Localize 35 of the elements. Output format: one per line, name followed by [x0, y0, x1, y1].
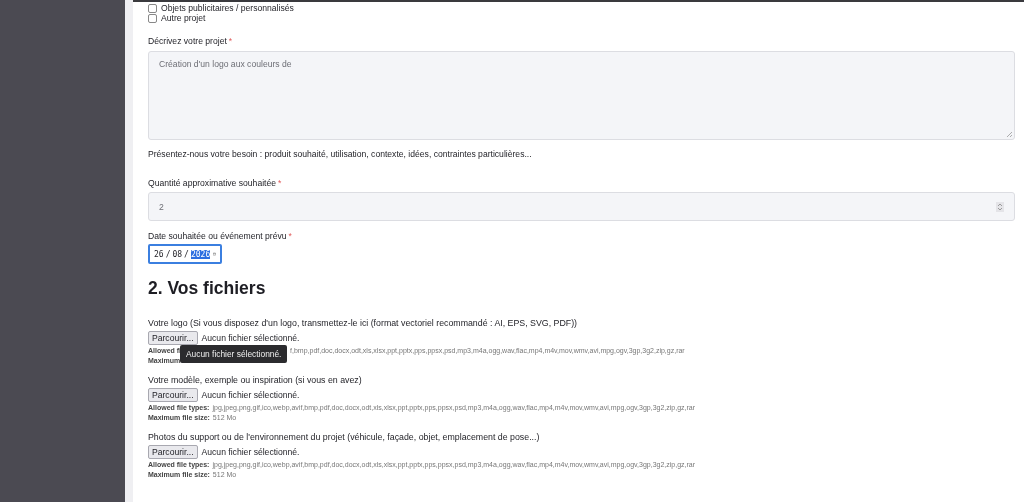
browse-button[interactable]: Parcourir...: [148, 388, 198, 402]
file-status: Aucun fichier sélectionné.: [201, 333, 300, 343]
calendar-icon[interactable]: [213, 250, 216, 258]
date-separator: /: [165, 249, 171, 259]
checkbox-label: Objets publicitaires / personnalisés: [161, 3, 294, 13]
date-field[interactable]: 26 / 08 / 2026: [148, 244, 222, 264]
file-status: Aucun fichier sélectionné.: [201, 447, 300, 457]
checkbox-label: Autre projet: [161, 13, 206, 23]
date-separator: /: [184, 249, 189, 259]
resize-grip-icon[interactable]: [1006, 131, 1013, 138]
required-mark: *: [288, 231, 292, 241]
date-segment[interactable]: 26: [154, 249, 164, 259]
upload-label: Votre modèle, exemple ou inspiration (si vous en avez): [148, 375, 363, 385]
upload-label: Votre logo (Si vous disposez d'un logo, transmettez-le ici (format vectoriel recommandé : AI, EPS, SVG, PDF)): [148, 318, 578, 328]
upload-label: Photos du support ou de l'environnement du projet (véhicule, façade, objet, emplacement de pose...): [148, 432, 541, 442]
browse-button[interactable]: Parcourir...: [148, 445, 198, 459]
file-status: Aucun fichier sélectionné.: [201, 390, 300, 400]
spinner-icon[interactable]: [996, 201, 1004, 212]
date-segment[interactable]: 08: [172, 249, 183, 259]
field-value: 2: [159, 201, 164, 212]
checkbox[interactable]: [148, 3, 157, 13]
quantity-field[interactable]: 2: [148, 192, 1015, 221]
tooltip: Aucun fichier sélectionné.: [180, 345, 288, 363]
required-mark: *: [228, 36, 233, 46]
field-label: Date souhaitée ou événement prévu: [148, 231, 287, 241]
field-label: Quantité approximative souhaitée: [148, 178, 277, 188]
textarea-value: Création d'un logo aux couleurs de: [159, 59, 292, 69]
browse-button[interactable]: Parcourir...: [148, 331, 198, 345]
field-label: Décrivez votre projet: [148, 36, 227, 46]
date-segment[interactable]: 2026: [190, 249, 211, 259]
section-heading: 2. Vos fichiers: [148, 278, 267, 299]
required-mark: *: [278, 178, 282, 188]
help-text: Présentez-nous votre besoin : produit souhaité, utilisation, contexte, idées, contraintes particulières...: [148, 149, 533, 159]
checkbox[interactable]: [148, 13, 157, 23]
description-textarea[interactable]: Création d'un logo aux couleurs de: [148, 51, 1015, 140]
